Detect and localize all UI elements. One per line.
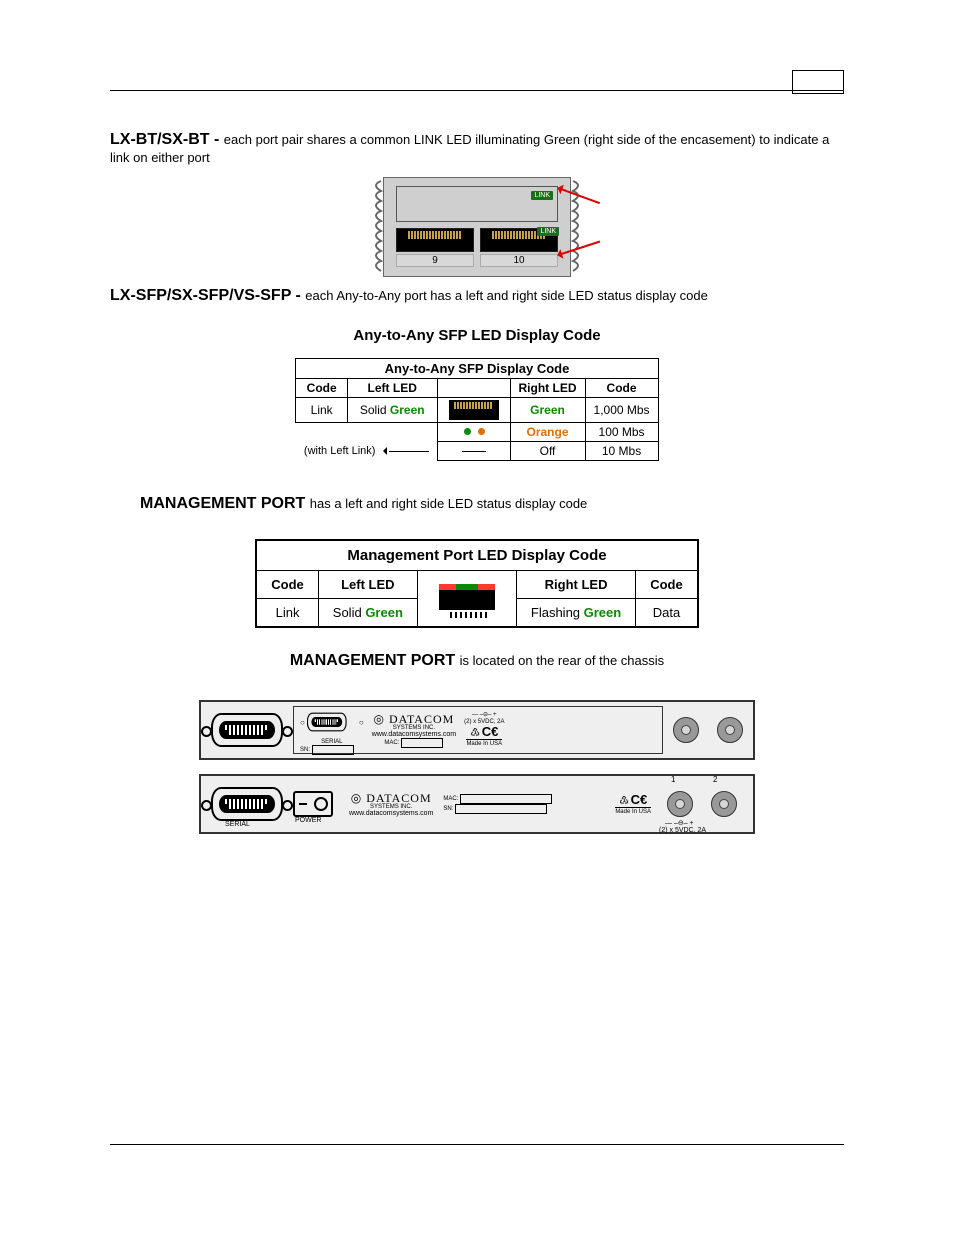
pwr-spec-2: (2) x 5VDC, 2A xyxy=(659,827,706,834)
heading-lx-bt-text: LX-BT/SX-BT - xyxy=(110,131,219,148)
brand-url-1: www.datacomsystems.com xyxy=(372,731,456,738)
module-num-right: 10 xyxy=(480,254,558,267)
rear-heading: MANAGEMENT PORT is located on the rear o… xyxy=(110,652,844,670)
made-usa-2: Made In USA xyxy=(615,807,651,816)
serial-port-icon-2 xyxy=(211,787,283,821)
power-plug-2b xyxy=(711,791,737,817)
ce-mark: C€ xyxy=(482,724,499,739)
rear-heading-text: MANAGEMENT PORT xyxy=(290,652,455,669)
heading-lx-bt: LX-BT/SX-BT - each port pair shares a co… xyxy=(110,131,844,167)
sfp-r2-code-l xyxy=(296,423,348,442)
power-plug-1a xyxy=(673,717,699,743)
sfp-th-left: Left LED xyxy=(347,379,437,398)
plug-num-1: 1 xyxy=(671,775,675,784)
rule-top xyxy=(110,90,844,91)
logo-block-1: DATACOM SYSTEMS INC. www.datacomsystems.… xyxy=(372,713,456,748)
sfp-r3-code-r: 10 Mbs xyxy=(585,442,658,461)
body-lx-sfp: each Any-to-Any port has a left and righ… xyxy=(305,288,708,303)
sfp-r2-left xyxy=(347,423,437,442)
cert-block-1: — –⊖– + (2) x 5VDC, 2A ♳ C€ Made In USA xyxy=(464,712,504,748)
rear-panels: ○ ○ SERIAL SN: DATACOM SYSTEMS INC. www.… xyxy=(110,700,844,834)
module-socket-left xyxy=(396,228,474,252)
sfp-th-port xyxy=(437,379,510,398)
sfp-r1-right: Green xyxy=(510,398,585,423)
module-notch-left xyxy=(369,177,383,277)
ce-mark-2: C€ xyxy=(631,792,648,807)
sfp-r1-port xyxy=(437,398,510,423)
serial-label-2: SERIAL xyxy=(225,821,250,828)
mgmt-th-left: Left LED xyxy=(318,571,417,599)
module-num-left: 9 xyxy=(396,254,474,267)
mgmt-table-title: Management Port LED Display Code xyxy=(256,540,697,571)
weee-icon: ♳ xyxy=(470,727,480,739)
rear-heading-note: is located on the rear of the chassis xyxy=(460,653,665,668)
mini-serial-icon xyxy=(307,713,347,732)
sfp-table-title: Any-to-Any SFP Display Code xyxy=(296,359,658,379)
sfp-th-right: Right LED xyxy=(510,379,585,398)
inner-box-1: ○ ○ SERIAL SN: DATACOM SYSTEMS INC. www.… xyxy=(293,706,663,754)
mgmt-r-code-l: Link xyxy=(256,599,318,628)
sfp-table: Any-to-Any SFP Display Code Code Left LE… xyxy=(295,358,658,461)
heading-mgmt: MANAGEMENT PORT xyxy=(140,495,305,512)
sfp-r1-code-r: 1,000 Mbs xyxy=(585,398,658,423)
sfp-r1-code-l: Link xyxy=(296,398,348,423)
mgmt-th-code-r: Code xyxy=(636,571,698,599)
sfp-r3-right: Off xyxy=(510,442,585,461)
sfp-r1-left: Solid Green xyxy=(347,398,437,423)
mac-label-2: MAC: xyxy=(443,796,458,802)
sfp-r2-right: Orange xyxy=(510,423,585,442)
body-mgmt: has a left and right side LED status dis… xyxy=(310,496,588,511)
mgmt-port-icon xyxy=(437,584,497,614)
logo-block-2: DATACOM SYSTEMS INC. www.datacomsystems.… xyxy=(349,792,433,817)
figure-module: LINK LINK 9 10 xyxy=(110,177,844,277)
power-plug-1b xyxy=(717,717,743,743)
sfp-fig-title: Any-to-Any SFP LED Display Code xyxy=(110,327,844,344)
sfp-r3-note-text: (with Left Link) xyxy=(304,445,376,457)
rear-panel-1: ○ ○ SERIAL SN: DATACOM SYSTEMS INC. www.… xyxy=(199,700,755,760)
mgmt-r-right: Flashing Green xyxy=(516,599,635,628)
made-usa-1: Made In USA xyxy=(466,739,502,748)
rear-panel-2: SERIAL POWER DATACOM SYSTEMS INC. www.da… xyxy=(199,774,755,834)
power-plug-2a xyxy=(667,791,693,817)
sfp-th-code-r: Code xyxy=(585,379,658,398)
sfp-r3-port xyxy=(437,442,510,461)
power-label: POWER xyxy=(295,817,321,824)
brand-url-2: www.datacomsystems.com xyxy=(349,810,433,817)
weee-icon-2: ♳ xyxy=(619,795,629,807)
sfp-r2-port xyxy=(437,423,510,442)
pwr-spec-top-1: — –⊖– + xyxy=(464,712,504,719)
link-label-bottom: LINK xyxy=(537,227,559,236)
mgmt-table: Management Port LED Display Code Code Le… xyxy=(255,539,698,628)
mgmt-th-right: Right LED xyxy=(516,571,635,599)
sfp-th-code-l: Code xyxy=(296,379,348,398)
corner-box xyxy=(792,70,844,94)
rule-bottom xyxy=(110,1144,844,1145)
mgmt-r-left: Solid Green xyxy=(318,599,417,628)
pwr-spec-top-2: — –⊖– + xyxy=(665,819,694,827)
sn-label-1: SN: xyxy=(300,747,310,753)
mac-label-1: MAC: xyxy=(384,740,399,746)
sfp-r3-note: (with Left Link) xyxy=(296,442,437,461)
link-label-top: LINK xyxy=(531,191,553,200)
brand-text-2: DATACOM xyxy=(349,792,433,804)
cert-block-2: ♳ C€ Made In USA xyxy=(615,793,651,816)
mgmt-r-code-r: Data xyxy=(636,599,698,628)
page: LX-BT/SX-BT - each port pair shares a co… xyxy=(0,0,954,1235)
sfp-r2-code-r: 100 Mbs xyxy=(585,423,658,442)
module-socket-right: LINK xyxy=(480,228,558,252)
brand-text: DATACOM xyxy=(372,713,456,725)
mgmt-th-code-l: Code xyxy=(256,571,318,599)
power-switch-icon xyxy=(293,791,333,817)
heading-lx-sfp-text: LX-SFP/SX-SFP/VS-SFP - xyxy=(110,287,301,304)
heading-lx-sfp: LX-SFP/SX-SFP/VS-SFP - each Any-to-Any p… xyxy=(110,287,844,305)
snmac-block-2: MAC: SN: xyxy=(443,794,552,814)
serial-port-icon xyxy=(211,713,283,747)
mgmt-th-port xyxy=(417,571,516,628)
sn-label-2: SN: xyxy=(443,806,453,812)
plug-num-2: 2 xyxy=(713,775,717,784)
